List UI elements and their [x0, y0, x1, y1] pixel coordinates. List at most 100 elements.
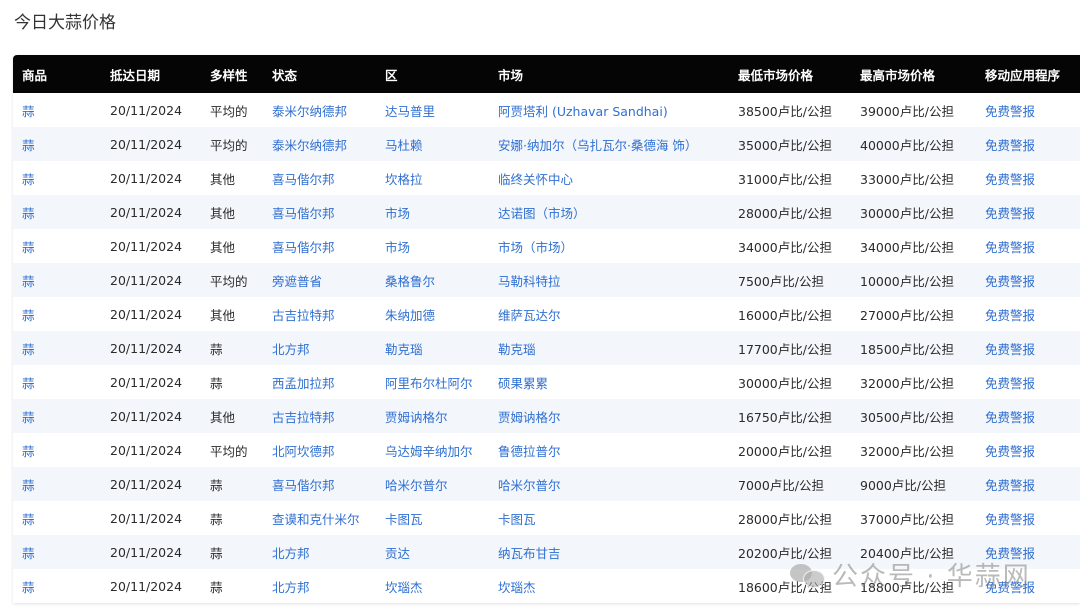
cell-state-link[interactable]: 北方邦 — [263, 569, 376, 603]
cell-max-price: 18800卢比/公担 — [860, 579, 954, 595]
table-row: 蒜 20/11/2024 蒜查谟和克什米尔 卡图瓦 卡图瓦 28000卢比/公担 37000… — [13, 501, 1080, 535]
cell-variety: 蒜 — [210, 477, 223, 493]
cell-state-link[interactable]: 古吉拉特邦 — [263, 297, 376, 331]
cell-state-link[interactable]: 喜马偕尔邦 — [263, 229, 376, 263]
cell-free-alert-link[interactable]: 免费警报 — [976, 161, 1080, 195]
cell-variety: 其他 — [210, 409, 236, 425]
cell-commodity-link[interactable]: 蒜 — [13, 501, 101, 535]
cell-state-link[interactable]: 喜马偕尔邦 — [263, 467, 376, 501]
cell-state-link[interactable]: 查谟和克什米尔 — [263, 501, 376, 535]
cell-state-link[interactable]: 泰米尔纳德邦 — [263, 93, 376, 127]
cell-district-link[interactable]: 市场 — [376, 229, 489, 263]
cell-commodity-link[interactable]: 蒜 — [13, 535, 101, 569]
cell-state-link[interactable]: 古吉拉特邦 — [263, 399, 376, 433]
cell-variety: 其他 — [210, 205, 236, 221]
cell-commodity-link[interactable]: 蒜 — [13, 569, 101, 603]
cell-variety: 其他 — [210, 239, 236, 255]
cell-free-alert-link[interactable]: 免费警报 — [976, 467, 1080, 501]
cell-commodity-link[interactable]: 蒜 — [13, 467, 101, 501]
cell-min-price: 20200卢比/公担 — [738, 545, 832, 561]
cell-commodity-link[interactable]: 蒜 — [13, 195, 101, 229]
cell-free-alert-link[interactable]: 免费警报 — [976, 195, 1080, 229]
cell-free-alert-link[interactable]: 免费警报 — [976, 365, 1080, 399]
cell-free-alert-link[interactable]: 免费警报 — [976, 263, 1080, 297]
cell-free-alert-link[interactable]: 免费警报 — [976, 569, 1080, 603]
cell-district-link[interactable]: 卡图瓦 — [376, 501, 489, 535]
cell-variety: 其他 — [210, 171, 236, 187]
table-row: 蒜 20/11/2024 平均的 泰米尔纳德邦 达马普里 阿贾塔利 (Uzhavar Sa… — [13, 93, 1080, 127]
cell-state-link[interactable]: 北方邦 — [263, 331, 376, 365]
cell-district-link[interactable]: 阿里布尔杜阿尔 — [376, 365, 489, 399]
cell-min-price: 35000卢比/公担 — [738, 137, 832, 153]
cell-market-link[interactable]: 马勒科特拉 — [489, 263, 729, 297]
cell-market-link[interactable]: 纳瓦布甘吉 — [489, 535, 729, 569]
table-row: 蒜 20/11/2024 蒜北方邦 勒克瑙 勒克瑙 17700卢比/公担 18500卢比/公… — [13, 331, 1080, 365]
table-row: 蒜 20/11/2024 蒜 北方邦 贡达 纳瓦布甘吉 20200卢比/公担 20400卢比/… — [13, 535, 1080, 569]
cell-commodity-link[interactable]: 蒜 — [13, 433, 101, 467]
cell-state-link[interactable]: 喜马偕尔邦 — [263, 161, 376, 195]
cell-min-price: 7500卢比/公担 — [738, 273, 825, 289]
cell-commodity-link[interactable]: 蒜 — [13, 365, 101, 399]
cell-commodity-link[interactable]: 蒜 — [13, 399, 101, 433]
table-row: 蒜 20/11/2024 蒜 西孟加拉邦 阿里布尔杜阿尔 硕果累累 30000卢比/公担 32… — [13, 365, 1080, 399]
cell-commodity-link[interactable]: 蒜 — [13, 263, 101, 297]
cell-market-link[interactable]: 达诺图（市场） — [489, 195, 729, 229]
cell-arrival-date: 20/11/2024 — [110, 510, 183, 526]
cell-min-price: 17700卢比/公担 — [738, 341, 832, 357]
cell-arrival-date: 20/11/2024 — [110, 238, 183, 254]
cell-state-link[interactable]: 喜马偕尔邦 — [263, 195, 376, 229]
cell-market-link[interactable]: 维萨瓦达尔 — [489, 297, 729, 331]
cell-commodity-link[interactable]: 蒜 — [13, 93, 101, 127]
cell-variety: 平均的 — [210, 443, 248, 459]
cell-market-link[interactable]: 坎瑙杰 — [489, 569, 729, 603]
cell-district-link[interactable]: 达马普里 — [376, 93, 489, 127]
cell-market-link[interactable]: 硕果累累 — [489, 365, 729, 399]
cell-commodity-link[interactable]: 蒜 — [13, 127, 101, 161]
cell-free-alert-link[interactable]: 免费警报 — [976, 433, 1080, 467]
cell-market-link[interactable]: 贾姆讷格尔 — [489, 399, 729, 433]
cell-commodity-link[interactable]: 蒜 — [13, 331, 101, 365]
cell-free-alert-link[interactable]: 免费警报 — [976, 93, 1080, 127]
cell-state-link[interactable]: 旁遮普省 — [263, 263, 376, 297]
cell-district-link[interactable]: 坎瑙杰 — [376, 569, 489, 603]
cell-free-alert-link[interactable]: 免费警报 — [976, 127, 1080, 161]
cell-district-link[interactable]: 贾姆讷格尔 — [376, 399, 489, 433]
cell-state-link[interactable]: 泰米尔纳德邦 — [263, 127, 376, 161]
cell-free-alert-link[interactable]: 免费警报 — [976, 399, 1080, 433]
cell-district-link[interactable]: 贡达 — [376, 535, 489, 569]
cell-market-link[interactable]: 阿贾塔利 (Uzhavar Sandhai) — [489, 93, 729, 127]
cell-market-link[interactable]: 市场（市场） — [489, 229, 729, 263]
cell-market-link[interactable]: 哈米尔普尔 — [489, 467, 729, 501]
cell-max-price: 34000卢比/公担 — [860, 239, 954, 255]
cell-state-link[interactable]: 北阿坎德邦 — [263, 433, 376, 467]
cell-max-price: 33000卢比/公担 — [860, 171, 954, 187]
cell-district-link[interactable]: 桑格鲁尔 — [376, 263, 489, 297]
cell-free-alert-link[interactable]: 免费警报 — [976, 229, 1080, 263]
cell-arrival-date: 20/11/2024 — [110, 476, 183, 492]
cell-commodity-link[interactable]: 蒜 — [13, 297, 101, 331]
cell-arrival-date: 20/11/2024 — [110, 204, 183, 220]
cell-market-link[interactable]: 卡图瓦 — [489, 501, 729, 535]
cell-arrival-date: 20/11/2024 — [110, 136, 183, 152]
cell-state-link[interactable]: 北方邦 — [263, 535, 376, 569]
cell-free-alert-link[interactable]: 免费警报 — [976, 331, 1080, 365]
cell-commodity-link[interactable]: 蒜 — [13, 161, 101, 195]
cell-free-alert-link[interactable]: 免费警报 — [976, 535, 1080, 569]
cell-district-link[interactable]: 马杜赖 — [376, 127, 489, 161]
cell-free-alert-link[interactable]: 免费警报 — [976, 297, 1080, 331]
cell-district-link[interactable]: 坎格拉 — [376, 161, 489, 195]
cell-district-link[interactable]: 朱纳加德 — [376, 297, 489, 331]
cell-market-link[interactable]: 临终关怀中心 — [489, 161, 729, 195]
cell-district-link[interactable]: 哈米尔普尔 — [376, 467, 489, 501]
cell-district-link[interactable]: 乌达姆辛纳加尔 — [376, 433, 489, 467]
cell-district-link[interactable]: 勒克瑙 — [376, 331, 489, 365]
cell-free-alert-link[interactable]: 免费警报 — [976, 501, 1080, 535]
header-variety: 多样性 — [210, 67, 248, 83]
cell-district-link[interactable]: 市场 — [376, 195, 489, 229]
cell-max-price: 32000卢比/公担 — [860, 443, 954, 459]
cell-market-link[interactable]: 勒克瑙 — [489, 331, 729, 365]
cell-market-link[interactable]: 安娜·纳加尔（乌扎瓦尔·桑德海 饰） — [489, 127, 729, 161]
cell-market-link[interactable]: 鲁德拉普尔 — [489, 433, 729, 467]
cell-commodity-link[interactable]: 蒜 — [13, 229, 101, 263]
cell-state-link[interactable]: 西孟加拉邦 — [263, 365, 376, 399]
